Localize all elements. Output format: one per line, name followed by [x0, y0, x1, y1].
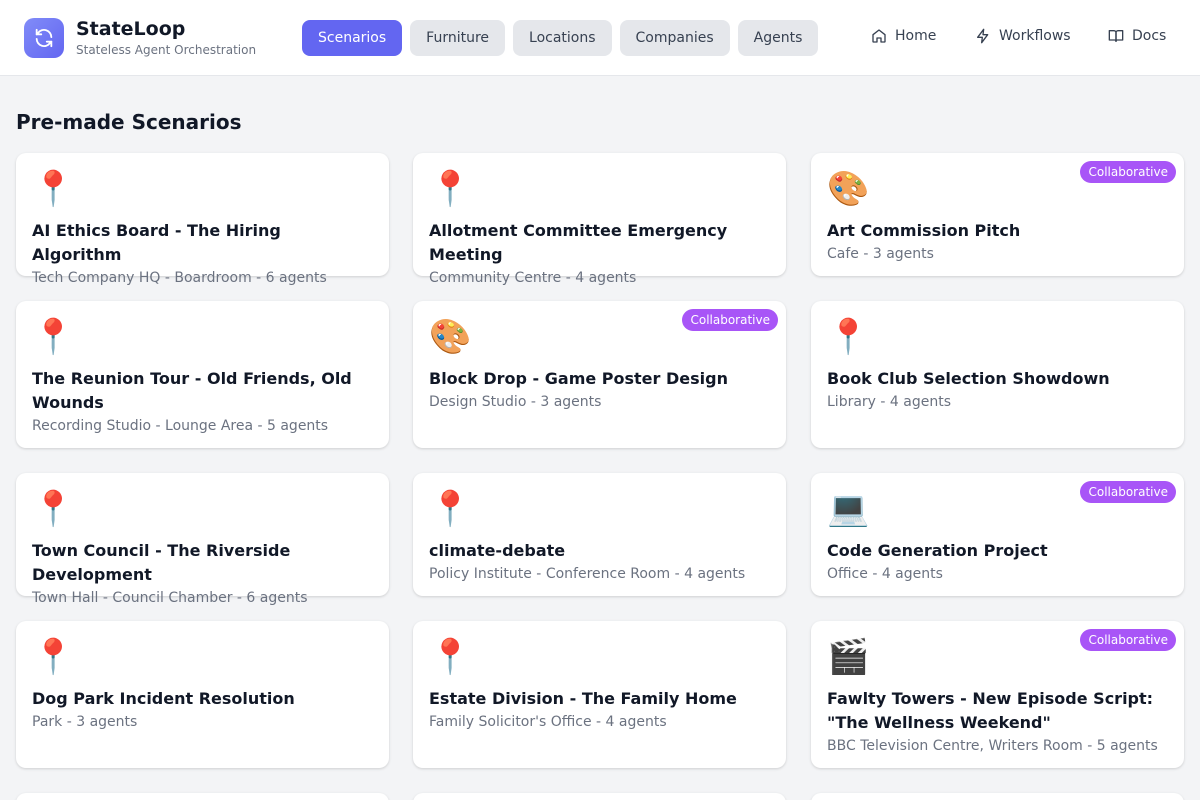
nav-docs[interactable]: Docs [1108, 28, 1166, 44]
collaborative-badge: Collaborative [1080, 161, 1176, 183]
scenario-title: Town Council - The Riverside Development [32, 541, 291, 584]
tab-locations[interactable]: Locations [513, 20, 612, 56]
scenario-meta: Cafe - 3 agents [827, 246, 934, 262]
pin-icon: 📍 [827, 317, 870, 357]
tab-agents[interactable]: Agents [737, 20, 819, 56]
main-tabs: Scenarios Furniture Locations Companies … [302, 20, 826, 56]
scenario-meta: Library - 4 agents [827, 394, 951, 410]
scenario-meta: Recording Studio - Lounge Area - 5 agent… [32, 418, 329, 434]
scenario-meta: Community Centre - 4 agents [429, 270, 637, 286]
scenario-card[interactable]: 📍 climate-debate Policy Institute - Conf… [413, 473, 786, 596]
home-icon [872, 29, 886, 43]
nav-workflows[interactable]: Workflows [975, 28, 1071, 44]
top-bar: StateLoop Stateless Agent Orchestration … [0, 0, 1200, 76]
brand[interactable]: StateLoop Stateless Agent Orchestration [24, 18, 256, 58]
collaborative-badge: Collaborative [1080, 481, 1176, 503]
scenario-grid: 📍 AI Ethics Board - The Hiring Algorithm… [16, 153, 1184, 800]
pin-icon: 📍 [32, 489, 75, 529]
lightning-icon [977, 28, 989, 44]
nav-docs-label: Docs [1132, 28, 1167, 44]
pin-icon: 📍 [429, 637, 472, 677]
scenario-meta: Tech Company HQ - Boardroom - 6 agents [32, 270, 327, 286]
scenario-card-partial[interactable] [413, 793, 786, 800]
page-title: Pre-made Scenarios [16, 110, 242, 134]
app-tagline: Stateless Agent Orchestration [76, 43, 257, 57]
scenario-card[interactable]: 📍 Allotment Committee Emergency Meeting … [413, 153, 786, 286]
scenario-card[interactable]: Collaborative 💻 Code Generation Project … [811, 473, 1184, 596]
scenario-title: climate-debate [429, 541, 566, 560]
pin-icon: 📍 [429, 489, 472, 529]
scenario-title: Book Club Selection Showdown [827, 369, 1110, 388]
scenario-card[interactable]: 📍 AI Ethics Board - The Hiring Algorithm… [16, 153, 389, 286]
pin-icon: 📍 [32, 317, 75, 357]
scenario-meta: Design Studio - 3 agents [429, 394, 602, 410]
scenario-title: The Reunion Tour - Old Friends, Old Woun… [32, 369, 352, 412]
scenario-card[interactable]: 📍 The Reunion Tour - Old Friends, Old Wo… [16, 301, 389, 448]
pin-icon: 📍 [32, 169, 75, 209]
refresh-loop-icon [24, 18, 64, 58]
scenario-card[interactable]: Collaborative 🎨 Art Commission Pitch Caf… [811, 153, 1184, 276]
pin-icon: 📍 [429, 169, 472, 209]
scenario-title: Estate Division - The Family Home [429, 689, 737, 708]
scenario-title: Allotment Committee Emergency Meeting [429, 221, 728, 264]
scenario-card[interactable]: 📍 Town Council - The Riverside Developme… [16, 473, 389, 606]
scenario-card[interactable]: 📍 Estate Division - The Family Home Fami… [413, 621, 786, 768]
scenario-title: Art Commission Pitch [827, 221, 1021, 240]
scenario-meta: Park - 3 agents [32, 714, 138, 730]
scenario-meta: BBC Television Centre, Writers Room - 5 … [827, 738, 1158, 754]
scenario-title: AI Ethics Board - The Hiring Algorithm [32, 221, 281, 264]
scenario-card[interactable]: 📍 Dog Park Incident Resolution Park - 3 … [16, 621, 389, 768]
scenario-card[interactable]: Collaborative 🎨 Block Drop - Game Poster… [413, 301, 786, 448]
tab-furniture[interactable]: Furniture [410, 20, 506, 56]
scenario-card-partial[interactable] [811, 793, 1184, 800]
scenario-title: Block Drop - Game Poster Design [429, 369, 728, 388]
nav-home-label: Home [895, 28, 937, 44]
scenario-title: Dog Park Incident Resolution [32, 689, 295, 708]
book-icon [1108, 30, 1124, 42]
scenario-meta: Office - 4 agents [827, 566, 943, 582]
scenario-card[interactable]: 📍 Book Club Selection Showdown Library -… [811, 301, 1184, 448]
nav-workflows-label: Workflows [999, 28, 1071, 44]
scenario-meta: Family Solicitor's Office - 4 agents [429, 714, 667, 730]
tab-companies[interactable]: Companies [619, 20, 730, 56]
scenario-title: Fawlty Towers - New Episode Script: "The… [827, 689, 1154, 732]
scenario-meta: Policy Institute - Conference Room - 4 a… [429, 566, 746, 582]
tab-scenarios[interactable]: Scenarios [302, 20, 403, 56]
scenario-meta: Town Hall - Council Chamber - 6 agents [32, 590, 308, 606]
app-name: StateLoop [76, 18, 186, 40]
collaborative-badge: Collaborative [682, 309, 778, 331]
collaborative-badge: Collaborative [1080, 629, 1176, 651]
pin-icon: 📍 [32, 637, 75, 677]
scenario-title: Code Generation Project [827, 541, 1048, 560]
nav-home[interactable]: Home [871, 28, 936, 44]
scenario-card[interactable]: Collaborative 🎬 Fawlty Towers - New Epis… [811, 621, 1184, 768]
scenario-card-partial[interactable] [16, 793, 389, 800]
